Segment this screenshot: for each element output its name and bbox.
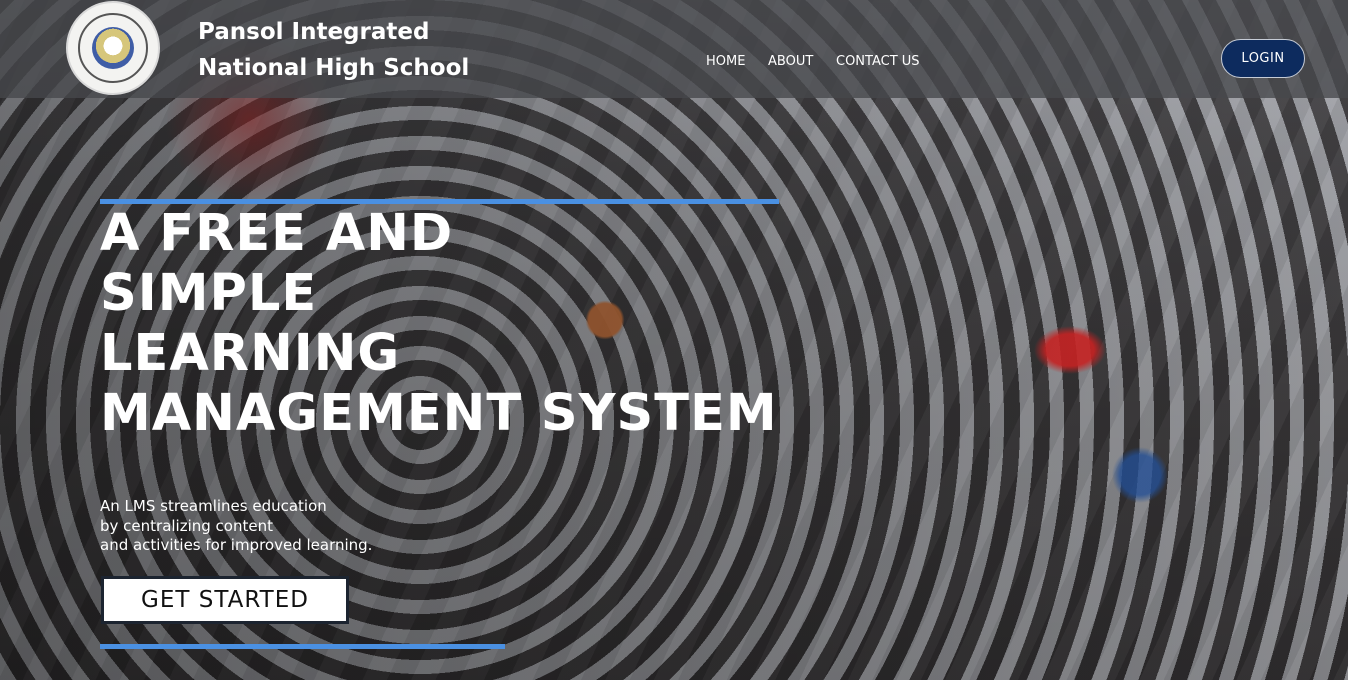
school-name-line-2: National High School <box>198 55 470 81</box>
hero-subtitle-line-3: and activities for improved learning. <box>100 536 373 554</box>
hero-title-line-2: SIMPLE <box>100 264 318 323</box>
hero-subtitle: An LMS streamlines education by centrali… <box>100 497 372 556</box>
accent-line-bottom <box>100 644 505 649</box>
hero-title-line-3: LEARNING <box>100 324 401 383</box>
hero-subtitle-line-2: by centralizing content <box>100 516 273 535</box>
school-name: Pansol Integrated National High School <box>198 14 469 86</box>
site-header: Pansol Integrated National High School H… <box>0 0 1348 98</box>
landing-page: Pansol Integrated National High School H… <box>0 0 1348 680</box>
nav-contact-us[interactable]: CONTACT US <box>836 54 920 69</box>
login-button[interactable]: LOGIN <box>1221 39 1305 78</box>
seal-emblem <box>92 27 134 69</box>
nav-home[interactable]: HOME <box>706 54 745 69</box>
get-started-button[interactable]: GET STARTED <box>101 576 349 624</box>
school-name-line-1: Pansol Integrated <box>198 19 430 45</box>
school-seal-icon[interactable] <box>66 1 160 95</box>
hero-title-line-4: MANAGEMENT SYSTEM <box>100 384 778 443</box>
hero-title: A FREE AND SIMPLE LEARNING MANAGEMENT SY… <box>100 204 778 444</box>
nav-about[interactable]: ABOUT <box>768 54 813 69</box>
hero-subtitle-line-1: An LMS streamlines education <box>100 497 327 515</box>
hero-title-line-1: A FREE AND <box>100 204 454 263</box>
